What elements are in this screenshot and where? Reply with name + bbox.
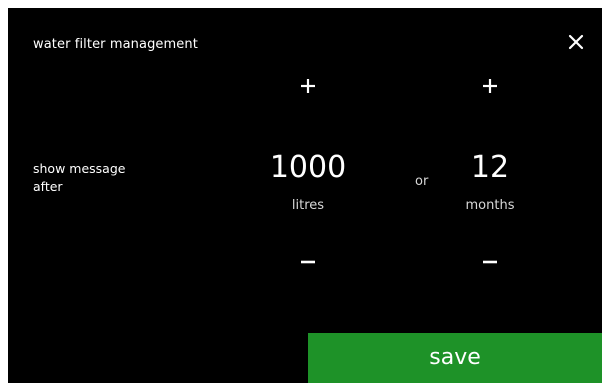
months-value: 12 <box>470 150 510 185</box>
litres-increase-button[interactable] <box>288 66 328 106</box>
show-message-label: show message after <box>33 161 126 194</box>
months-unit-label: months <box>465 198 515 213</box>
save-button[interactable]: save <box>308 333 602 383</box>
minus-icon <box>301 260 315 264</box>
plus-icon <box>301 79 315 93</box>
months-increase-button[interactable] <box>470 66 510 106</box>
close-icon <box>568 34 584 50</box>
months-decrease-button[interactable] <box>470 237 510 277</box>
litres-value: 1000 <box>269 150 347 185</box>
page-title: water filter management <box>33 37 198 52</box>
plus-icon <box>483 79 497 93</box>
litres-unit-label: litres <box>291 198 325 213</box>
close-button[interactable] <box>564 30 588 54</box>
water-filter-screen: water filter management show message aft… <box>8 8 602 383</box>
litres-decrease-button[interactable] <box>288 237 328 277</box>
minus-icon <box>483 260 497 264</box>
or-separator: or <box>415 174 429 189</box>
